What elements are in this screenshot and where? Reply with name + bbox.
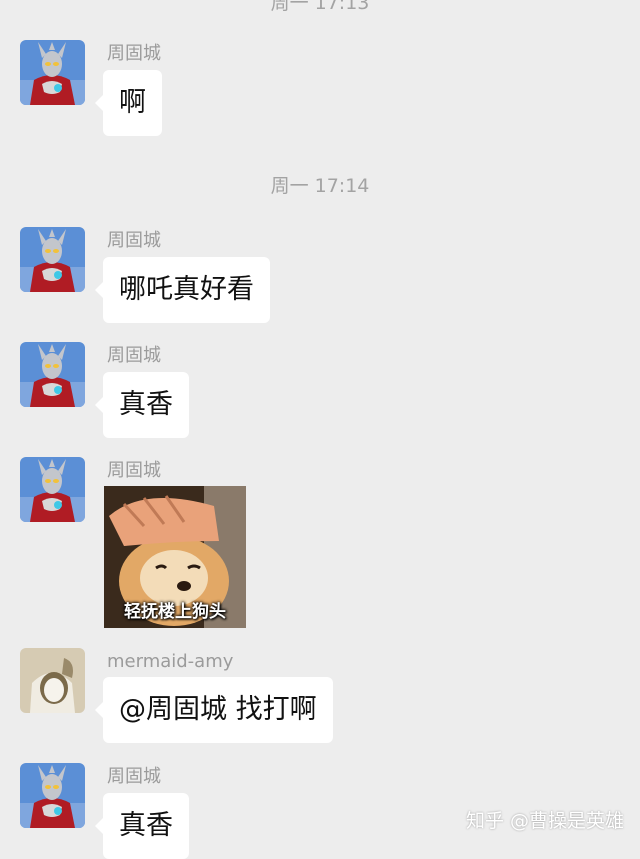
ultraman-avatar-icon[interactable] xyxy=(20,40,85,105)
ultraman-avatar-icon[interactable] xyxy=(20,763,85,828)
ultraman-avatar-icon[interactable] xyxy=(20,457,85,522)
sticker-image[interactable]: 轻抚楼上狗头 xyxy=(104,486,246,628)
sticker-caption: 轻抚楼上狗头 xyxy=(124,602,226,622)
ultraman-avatar-icon[interactable] xyxy=(20,342,85,407)
message-bubble[interactable]: @周固城 找打啊 xyxy=(95,677,333,743)
sender-name: 周固城 xyxy=(107,766,161,787)
timestamp-top: 周一 17:13 xyxy=(270,0,370,14)
sender-name: mermaid-amy xyxy=(107,651,234,672)
cartoon-avatar-icon[interactable] xyxy=(20,648,85,713)
sender-name: 周固城 xyxy=(107,230,161,251)
sender-name: 周固城 xyxy=(107,43,161,64)
watermark: 知乎 @曹操是英雄 xyxy=(465,810,624,832)
message-bubble[interactable]: 真香 xyxy=(95,793,189,859)
message-bubble[interactable]: 哪吒真好看 xyxy=(95,257,270,323)
message-bubble[interactable]: 啊 xyxy=(95,70,162,136)
timestamp-mid: 周一 17:14 xyxy=(270,175,370,197)
message-bubble[interactable]: 真香 xyxy=(95,372,189,438)
sender-name: 周固城 xyxy=(107,345,161,366)
ultraman-avatar-icon[interactable] xyxy=(20,227,85,292)
sender-name: 周固城 xyxy=(107,460,161,481)
